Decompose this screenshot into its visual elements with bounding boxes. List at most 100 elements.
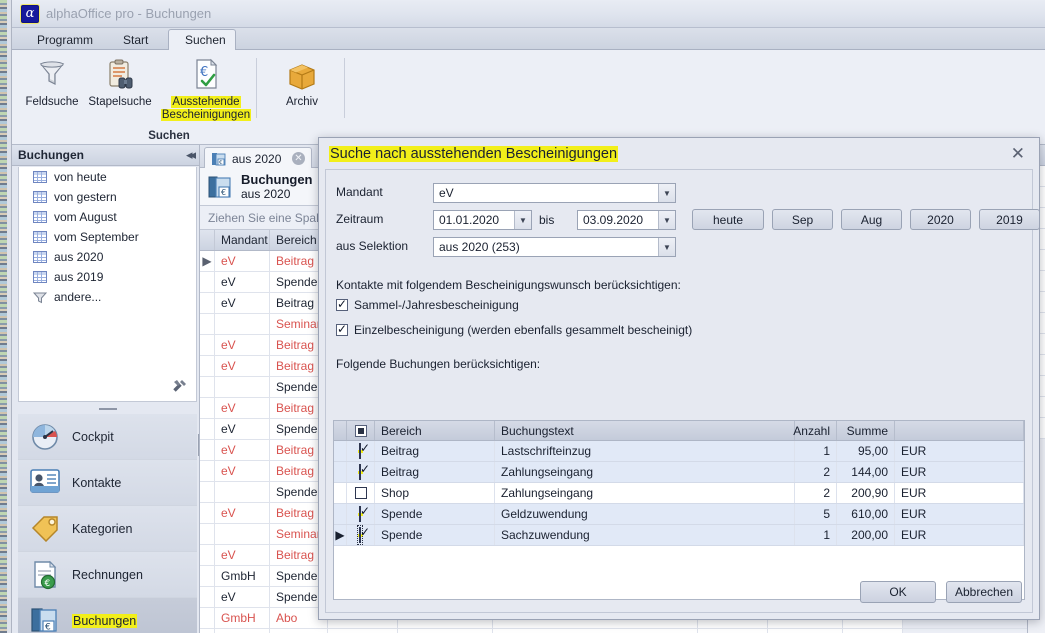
cell-currency: EUR <box>895 525 1024 545</box>
tab-suchen[interactable]: Suchen <box>168 29 236 50</box>
document-tab-aus-2020[interactable]: € aus 2020 ✕ <box>204 147 312 169</box>
cell-offen: 0,00 <box>843 629 903 633</box>
window-title: alphaOffice pro - Buchungen <box>46 6 212 21</box>
cell-currency: EUR <box>895 483 1024 503</box>
sidebar-item-vom-august[interactable]: vom August <box>19 207 196 227</box>
table-row[interactable]: BeitragLastschrifteinzug195,00EUR <box>334 441 1024 462</box>
selektion-select[interactable]: aus 2020 (253) ▼ <box>433 237 676 257</box>
checkbox-box[interactable] <box>336 322 348 336</box>
sidebar-item-label: andere... <box>54 290 102 304</box>
calendar-chevron-icon[interactable]: ▼ <box>514 211 531 229</box>
quick-button-2020[interactable]: 2020 <box>910 209 971 230</box>
close-icon[interactable]: ✕ <box>1007 144 1029 164</box>
sidebar-item-kontakte[interactable]: Kontakte <box>18 460 197 506</box>
svg-text:€: € <box>200 65 208 80</box>
ok-button[interactable]: OK <box>860 581 936 603</box>
calendar-chevron-icon-2[interactable]: ▼ <box>658 211 675 229</box>
cell-checkbox[interactable] <box>347 441 375 461</box>
ribbon-button-stapelsuche[interactable]: Stapelsuche <box>82 54 158 109</box>
table-row[interactable]: SpendeGeldzuwendung5610,00EUR <box>334 504 1024 525</box>
sidebar-title: Buchungen <box>18 148 84 162</box>
chevron-down-icon[interactable]: ▼ <box>658 184 675 202</box>
table-row[interactable]: Shop Zahlungseingang 2 200,90 EUR <box>334 483 1024 504</box>
date-from-input[interactable]: 01.01.2020 ▼ <box>433 210 532 230</box>
cell-checkbox[interactable] <box>347 483 375 503</box>
cell-mandant: GmbH <box>215 566 270 586</box>
sidebar-item-aus-2019[interactable]: aus 2019 <box>19 267 196 287</box>
row-indicator <box>200 377 215 397</box>
selection-column-header-summe[interactable]: Summe <box>837 421 895 440</box>
sidebar-item-label: von gestern <box>54 190 117 204</box>
table-row[interactable]: eVBeitrag16.04.2020RechnungLinnartz, Uwe… <box>200 629 1045 633</box>
sidebar-item-andere[interactable]: andere... <box>19 287 196 307</box>
cell-mandant: eV <box>215 545 270 565</box>
sidebar-item-aus-2020[interactable]: aus 2020 <box>19 247 196 267</box>
sidebar-filter-list: von heute von gestern vom August vom Sep… <box>18 167 197 402</box>
checkbox-sammel-jahresbescheinigung[interactable]: Sammel-/Jahresbescheinigung <box>336 297 519 312</box>
table-row[interactable]: BeitragZahlungseingang2144,00EUR <box>334 462 1024 483</box>
select-all-checkbox-cell[interactable] <box>347 421 375 440</box>
tab-programm[interactable]: Programm <box>20 29 106 50</box>
label-bis: bis <box>539 213 555 227</box>
cell-checkbox[interactable] <box>347 462 375 482</box>
select-all-checkbox[interactable] <box>354 424 367 437</box>
cell-checkbox[interactable] <box>347 524 375 545</box>
tools-icon[interactable] <box>173 379 188 396</box>
ribbon-button-archiv[interactable]: Archiv <box>264 54 340 109</box>
selection-column-header-currency[interactable] <box>895 421 1024 440</box>
sidebar-item-von-gestern[interactable]: von gestern <box>19 187 196 207</box>
row-indicator <box>200 608 215 628</box>
table-row[interactable]: ▶ SpendeSachzuwendung1200,00EUR <box>334 524 1024 546</box>
grid-icon <box>33 231 47 243</box>
row-checkbox[interactable] <box>354 487 367 499</box>
mandant-select[interactable]: eV ▼ <box>433 183 676 203</box>
cell-buchungstext: Zahlungseingang <box>495 483 795 503</box>
ribbon-button-feldsuche[interactable]: Feldsuche <box>14 54 90 109</box>
quick-button-sep[interactable]: Sep <box>772 209 833 230</box>
sidebar-item-rechnungen[interactable]: € Rechnungen <box>18 552 197 598</box>
selection-column-header-anzahl[interactable]: Anzahl <box>793 421 837 440</box>
chevron-down-icon-2[interactable]: ▼ <box>658 238 675 256</box>
sidebar-item-kategorien[interactable]: Kategorien <box>18 506 197 552</box>
row-checkbox[interactable] <box>359 442 361 459</box>
quick-button-aug[interactable]: Aug <box>841 209 902 230</box>
grid-icon <box>33 171 47 183</box>
sidebar-item-cockpit[interactable]: Cockpit <box>18 414 197 460</box>
sidebar-item-von-heute[interactable]: von heute <box>19 167 196 187</box>
checkbox-einzelbescheinigung[interactable]: Einzelbescheinigung (werden ebenfalls ge… <box>336 322 693 337</box>
cell-bereich: Beitrag <box>270 629 328 633</box>
sidebar-item-buchungen[interactable]: € Buchungen <box>18 434 201 633</box>
date-to-input[interactable]: 03.09.2020 ▼ <box>577 210 676 230</box>
tab-start[interactable]: Start <box>106 29 168 50</box>
row-indicator <box>200 545 215 565</box>
sidebar-item-vom-september[interactable]: vom September <box>19 227 196 247</box>
cell-buchungstext: Sachzuwendung <box>495 525 795 545</box>
row-checkbox[interactable] <box>359 505 361 522</box>
sidebar-splitter[interactable] <box>18 405 197 414</box>
document-title: Buchungen <box>241 171 313 187</box>
cell-checkbox[interactable] <box>347 504 375 524</box>
quick-button-heute[interactable]: heute <box>692 209 764 230</box>
checkbox-box[interactable] <box>336 297 348 311</box>
row-indicator <box>334 504 347 524</box>
ribbon-button-feldsuche-label: Feldsuche <box>25 96 79 108</box>
ribbon-button-ausstehende-bescheinigungen[interactable]: € Ausstehende Bescheinigungen <box>158 54 254 122</box>
double-chevron-left-icon[interactable]: ◂◂ <box>186 147 196 163</box>
row-indicator <box>200 293 215 313</box>
euro-document-check-icon: € <box>158 54 254 96</box>
column-header-mandant[interactable]: Mandant <box>215 230 270 250</box>
row-checkbox[interactable] <box>359 463 361 480</box>
grid-icon <box>33 271 47 283</box>
checkbox-label: Einzelbescheinigung (werden ebenfalls ge… <box>354 323 693 337</box>
cell-anzahl: 1 <box>795 441 837 461</box>
selection-column-header-bereich[interactable]: Bereich <box>375 421 495 440</box>
close-circle-icon[interactable]: ✕ <box>292 152 305 165</box>
ribbon-tabstrip: Programm Start Suchen <box>12 28 1045 50</box>
selection-column-header-buchungstext[interactable]: Buchungstext <box>495 421 795 440</box>
cell-anzahl: 2 <box>795 483 837 503</box>
quick-button-2019[interactable]: 2019 <box>979 209 1040 230</box>
cancel-button[interactable]: Abbrechen <box>946 581 1022 603</box>
book-euro-icon: € <box>211 152 227 166</box>
ribbon: Programm Start Suchen Feldsuche Stapelsu… <box>12 28 1045 145</box>
row-checkbox[interactable] <box>357 524 363 545</box>
